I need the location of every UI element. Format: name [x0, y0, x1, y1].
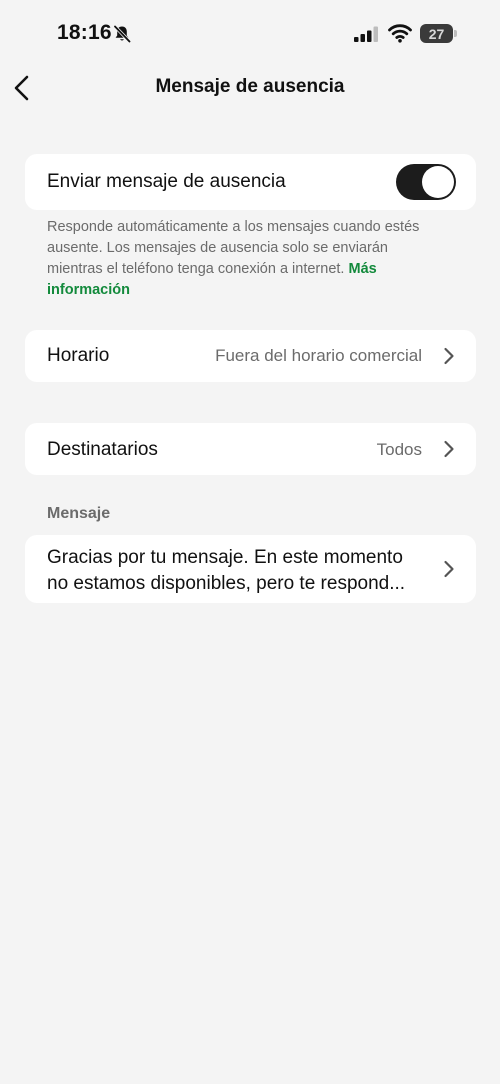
message-preview-line-1: Gracias por tu mensaje. En este momento: [47, 547, 403, 568]
auto-reply-toggle-row: Enviar mensaje de ausencia: [25, 154, 476, 210]
schedule-row[interactable]: Horario Fuera del horario comercial: [25, 330, 476, 382]
toggle-knob: [422, 166, 454, 198]
recipients-row[interactable]: Destinatarios Todos: [25, 423, 476, 475]
page-title: Mensaje de ausencia: [155, 76, 345, 97]
bell-muted-icon: [112, 24, 132, 44]
schedule-label: Horario: [47, 345, 110, 366]
message-row[interactable]: Gracias por tu mensaje. En este momento …: [25, 535, 476, 603]
recipients-value: Todos: [376, 440, 422, 459]
message-preview-line-2: no estamos disponibles, pero te respond.…: [47, 573, 406, 594]
message-section-header: Mensaje: [47, 505, 111, 522]
message-preview: Gracias por tu mensaje. En este momento …: [47, 545, 432, 597]
status-time: 18:16: [57, 21, 112, 44]
battery-tip: [454, 30, 457, 37]
wifi-icon: [388, 23, 412, 43]
chevron-right-icon: [444, 560, 454, 578]
battery-level: 27: [420, 24, 453, 43]
auto-reply-toggle[interactable]: [396, 164, 456, 200]
cellular-signal-icon: [354, 26, 380, 42]
status-bar: 18:16 27: [0, 0, 500, 66]
chevron-right-icon: [444, 440, 454, 458]
schedule-value: Fuera del horario comercial: [215, 346, 422, 365]
auto-reply-toggle-label: Enviar mensaje de ausencia: [47, 171, 286, 192]
battery-icon: 27: [420, 24, 457, 43]
recipients-label: Destinatarios: [47, 439, 158, 460]
auto-reply-description: Responde automáticamente a los mensajes …: [47, 217, 447, 301]
chevron-right-icon: [444, 347, 454, 365]
